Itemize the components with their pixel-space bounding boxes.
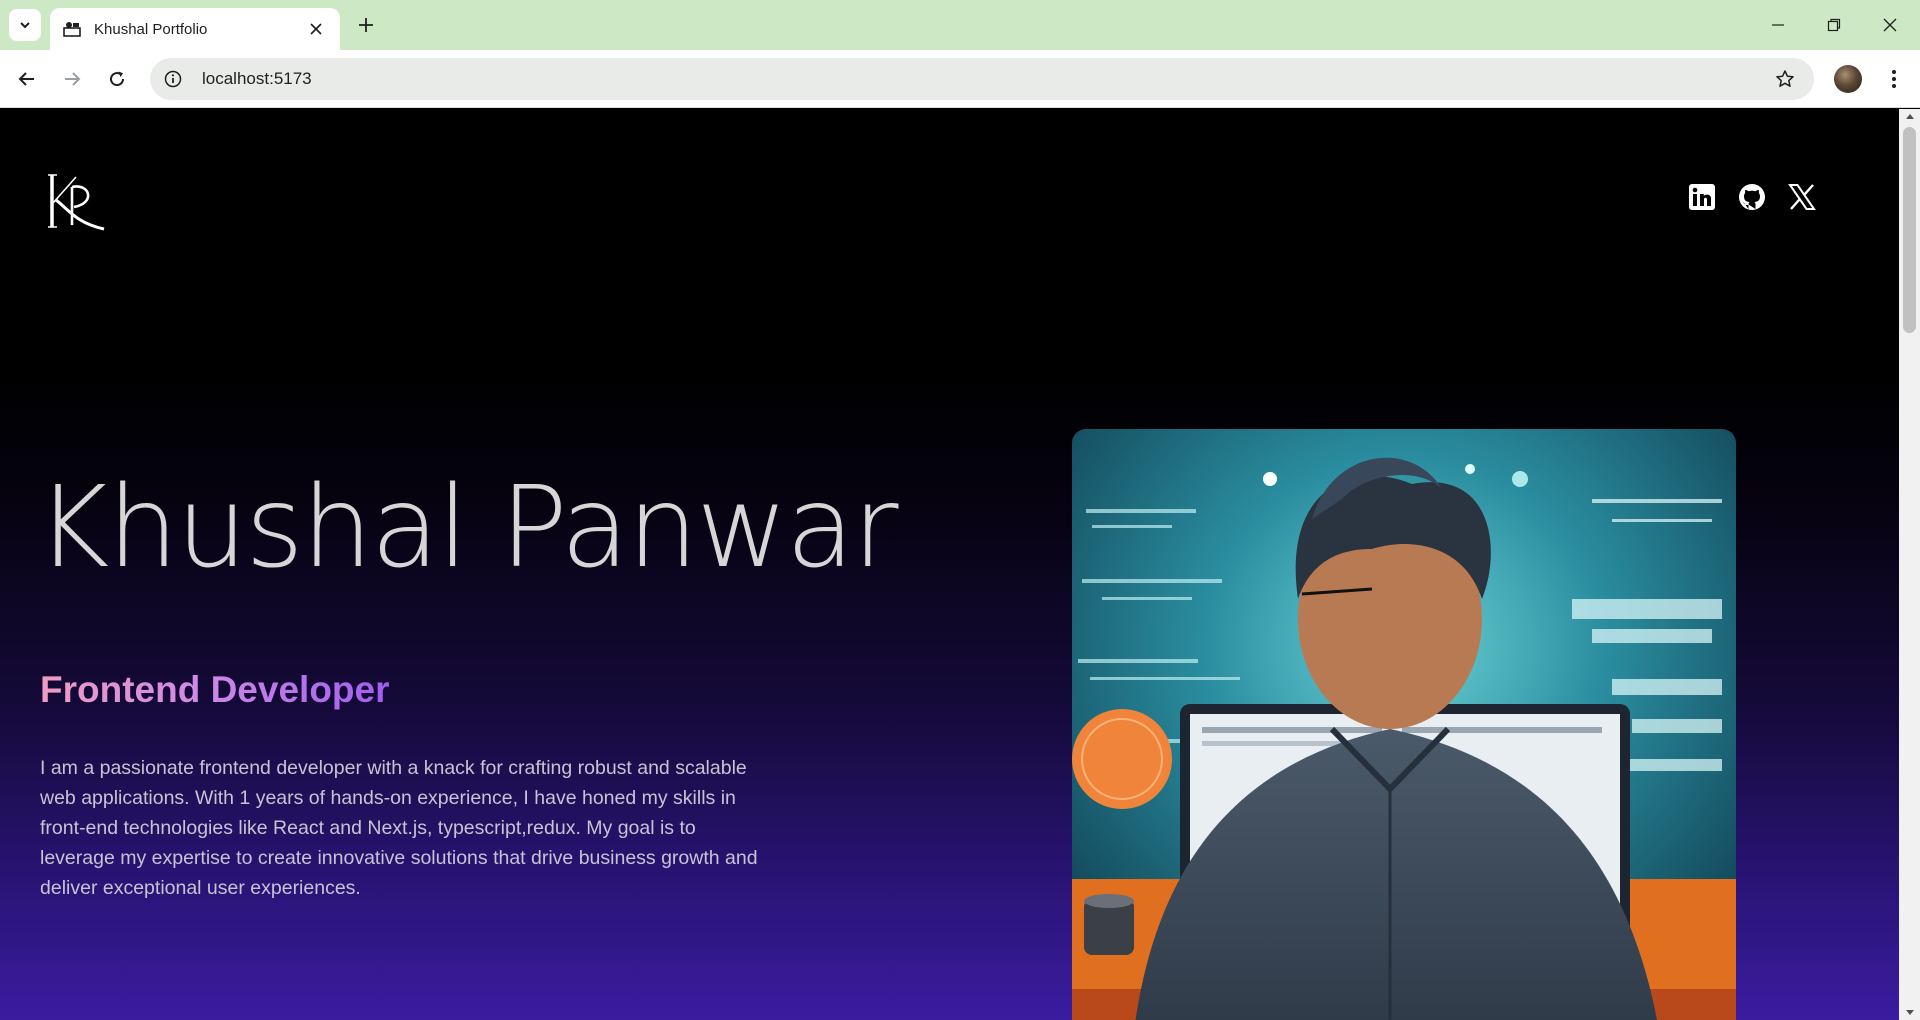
close-icon[interactable]: [304, 17, 328, 41]
reload-button[interactable]: [100, 62, 134, 96]
tab-search-button[interactable]: [9, 9, 41, 41]
minimize-icon: [1772, 24, 1784, 26]
forward-button[interactable]: [55, 62, 89, 96]
scroll-up-arrow-icon[interactable]: [1904, 111, 1915, 121]
star-icon[interactable]: [1768, 62, 1802, 96]
hero-name: Khushal Panwar: [36, 463, 899, 593]
vertical-scrollbar[interactable]: [1899, 109, 1920, 1020]
plus-icon: [359, 18, 373, 32]
back-button[interactable]: [10, 62, 44, 96]
kp-logo[interactable]: [46, 169, 112, 235]
portfolio-favicon: [62, 19, 82, 39]
minimize-button[interactable]: [1750, 0, 1806, 50]
profile-avatar[interactable]: [1834, 65, 1862, 93]
address-bar[interactable]: localhost:5173: [150, 58, 1814, 100]
hero-bio: I am a passionate frontend developer wit…: [40, 757, 758, 899]
url-text[interactable]: localhost:5173: [202, 69, 1768, 89]
kebab-menu-icon[interactable]: [1877, 62, 1911, 96]
scroll-down-arrow-icon[interactable]: [1904, 1008, 1915, 1018]
x-icon[interactable]: [1788, 183, 1816, 211]
reload-icon: [110, 71, 125, 87]
github-icon[interactable]: [1738, 183, 1766, 211]
scroll-thumb[interactable]: [1903, 127, 1916, 333]
linkedin-icon[interactable]: [1688, 183, 1716, 211]
close-window-button[interactable]: [1862, 0, 1918, 50]
social-links: [1688, 183, 1816, 211]
tab-strip: Khushal Portfolio: [0, 0, 1920, 50]
page-viewport: Khushal Panwar Frontend Developer I am a…: [0, 109, 1899, 1020]
tab-title: Khushal Portfolio: [94, 20, 208, 38]
close-window-icon: [1883, 18, 1897, 32]
restore-button[interactable]: [1806, 0, 1862, 50]
chevron-down-icon: [20, 22, 30, 29]
browser-toolbar: localhost:5173: [0, 50, 1920, 108]
hero-role: Frontend Developer: [40, 669, 390, 710]
forward-arrow-icon: [65, 72, 81, 86]
new-tab-button[interactable]: [350, 9, 382, 41]
active-tab[interactable]: Khushal Portfolio: [50, 8, 340, 50]
back-arrow-icon: [18, 72, 34, 86]
restore-icon: [1827, 18, 1841, 32]
info-icon[interactable]: [158, 64, 188, 94]
developer-illustration: [1072, 429, 1736, 1020]
